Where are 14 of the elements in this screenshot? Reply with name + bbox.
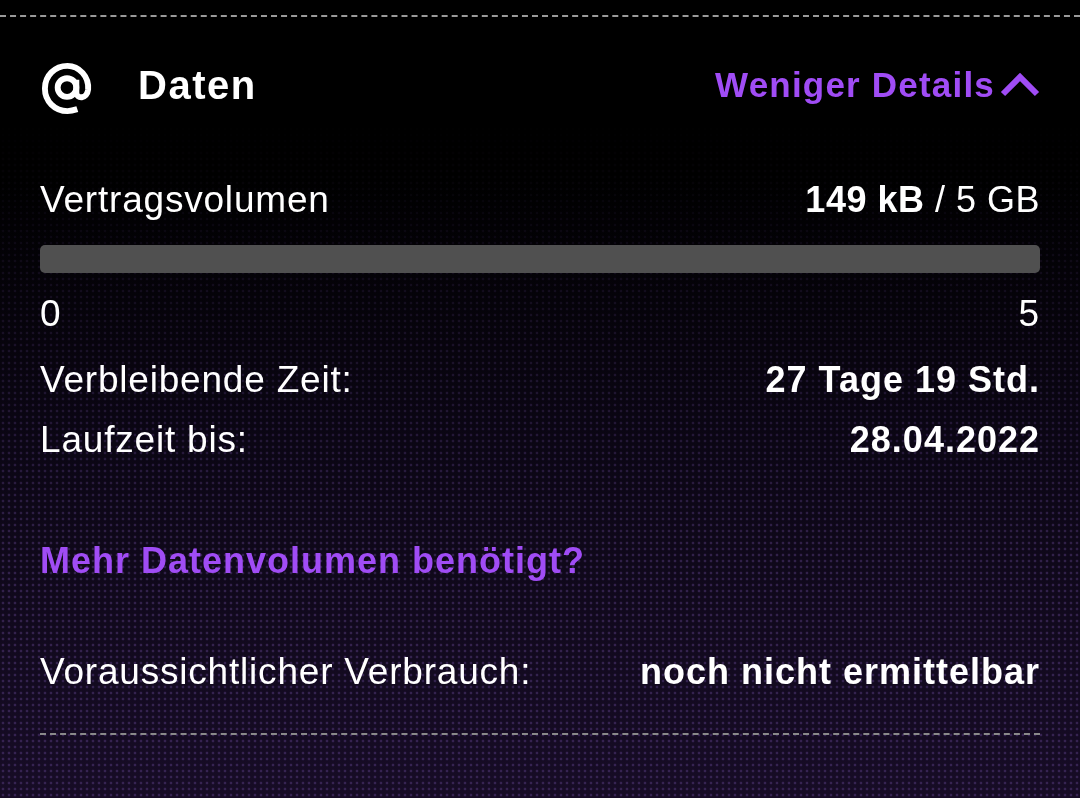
detail-label: Laufzeit bis:	[40, 419, 248, 461]
forecast-label: Voraussichtlicher Verbrauch:	[40, 651, 532, 693]
detail-label: Verbleibende Zeit:	[40, 359, 353, 401]
detail-value: 27 Tage 19 Std.	[765, 359, 1040, 401]
more-data-link[interactable]: Mehr Datenvolumen benötigt?	[40, 541, 585, 581]
volume-label: Vertragsvolumen	[40, 179, 330, 221]
detail-value: 28.04.2022	[849, 419, 1040, 461]
details-toggle-button[interactable]: Weniger Details	[715, 65, 1040, 105]
scale-min-label: 0	[40, 293, 62, 335]
usage-amount: 149 kB / 5 GB	[805, 179, 1040, 221]
scale-max-label: 5	[1018, 293, 1040, 335]
forecast-value: noch nicht ermittelbar	[639, 651, 1040, 693]
section-title: Daten	[138, 62, 257, 108]
chevron-up-icon	[1000, 73, 1040, 97]
